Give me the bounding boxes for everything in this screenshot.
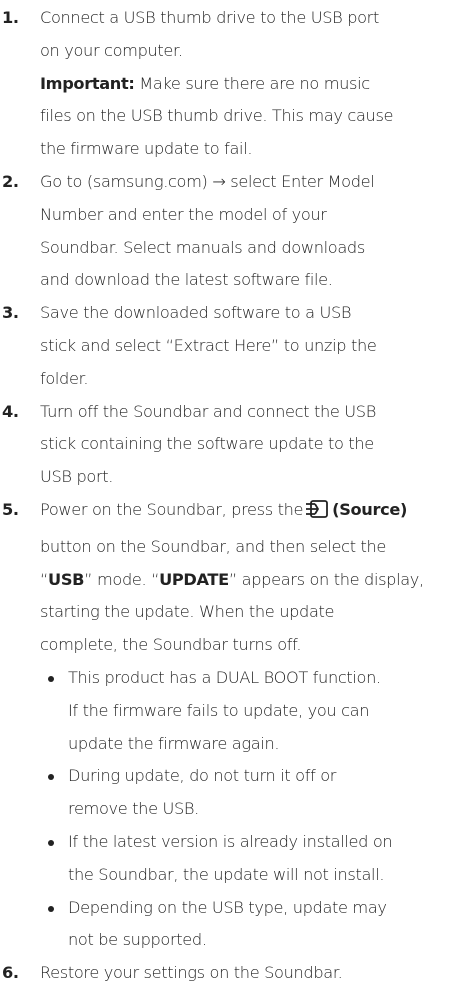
important-label: Important: [40,73,135,93]
instruction-document: 1. Connect a USB thumb drive to the USB … [0,0,475,990]
list-item: This product has a DUAL BOOT function. I… [44,662,467,760]
list-item: Depending on the USB type, update may no… [44,892,467,958]
bullet-dot [48,774,54,781]
step-number: 2. [2,171,19,191]
note-text-line: the firmware update to fail. [40,139,253,159]
step-text-segment: Power on the Soundbar, press the [40,499,304,519]
bullet-text-line: During update, do not turn it off or [68,766,337,786]
step-number: 4. [2,401,19,421]
step-text-line: folder. [40,368,89,388]
step-text-line: starting the update. When the update [40,602,335,622]
step-text-line: and download the latest software file. [40,270,333,290]
bullet-text-line: This product has a DUAL BOOT function. [68,667,381,687]
step-text-line: Turn off the Soundbar and connect the US… [40,401,376,421]
usb-mode-label: USB [48,569,85,589]
step-text-line: “USB” mode. “UPDATE” appears on the disp… [40,564,467,597]
bullet-text-line: Depending on the USB type, update may [68,897,387,917]
step-text-line: Save the downloaded software to a USB [40,303,352,323]
step-text-line: button on the Soundbar, and then select … [40,536,386,556]
bullet-text-line: update the firmware again. [68,733,280,753]
step-text-segment: ” appears on the display, [228,569,424,589]
step-text-line: Number and enter the model of your [40,204,327,224]
source-label: (Source) [332,499,407,519]
step-3: 3. Save the downloaded software to a USB… [0,297,467,395]
bullet-dot [48,839,54,846]
step-text-line: Power on the Soundbar, press the (Source) [40,494,467,531]
list-item: If the latest version is already install… [44,826,467,892]
step-text-line: Restore your settings on the Soundbar. [40,963,343,983]
step-number: 1. [2,8,19,27]
step-text-line: USB port. [40,467,114,487]
update-display-label: UPDATE [159,569,229,589]
bullet-dot [48,905,54,912]
bullet-text-line: not be supported. [68,930,207,950]
step-number: 6. [2,963,19,983]
step-text-line: on your computer. [40,40,183,60]
step-number: 5. [2,499,19,519]
step-text-line: complete, the Soundbar turns off. [40,635,302,655]
note-text-line: Make sure there are no music [139,73,370,93]
step-5: 5. Power on the Soundbar, press the (Sour… [0,494,467,957]
bullet-list: This product has a DUAL BOOT function. I… [40,662,467,957]
step-text-segment: “ [40,569,49,589]
step-text-segment: ” mode. “ [84,569,160,589]
step-text-line: Connect a USB thumb drive to the USB por… [40,8,379,27]
step-text-line: Go to (samsung.com) → select Enter Model [40,171,375,191]
step-number: 3. [2,303,19,323]
step-6: 6. Restore your settings on the Soundbar… [0,957,467,990]
step-text-line: Soundbar. Select manuals and downloads [40,237,365,257]
step-text-line: stick and select “Extract Here” to unzip… [40,335,377,355]
step-4: 4. Turn off the Soundbar and connect the… [0,396,467,494]
important-note: Important: Make sure there are no music [40,68,467,101]
list-item: During update, do not turn it off or rem… [44,760,467,826]
bullet-text-line: remove the USB. [68,799,199,819]
source-icon [305,498,329,531]
step-1: 1. Connect a USB thumb drive to the USB … [0,2,467,166]
step-2: 2. Go to (samsung.com) → select Enter Mo… [0,166,467,297]
bullet-text-line: the Soundbar, the update will not instal… [68,864,385,884]
bullet-text-line: If the latest version is already install… [68,831,393,851]
step-text-line: stick containing the software update to … [40,434,374,454]
note-text-line: files on the USB thumb drive. This may c… [40,106,394,126]
bullet-text-line: If the firmware fails to update, you can [68,700,370,720]
bullet-dot [48,675,54,682]
